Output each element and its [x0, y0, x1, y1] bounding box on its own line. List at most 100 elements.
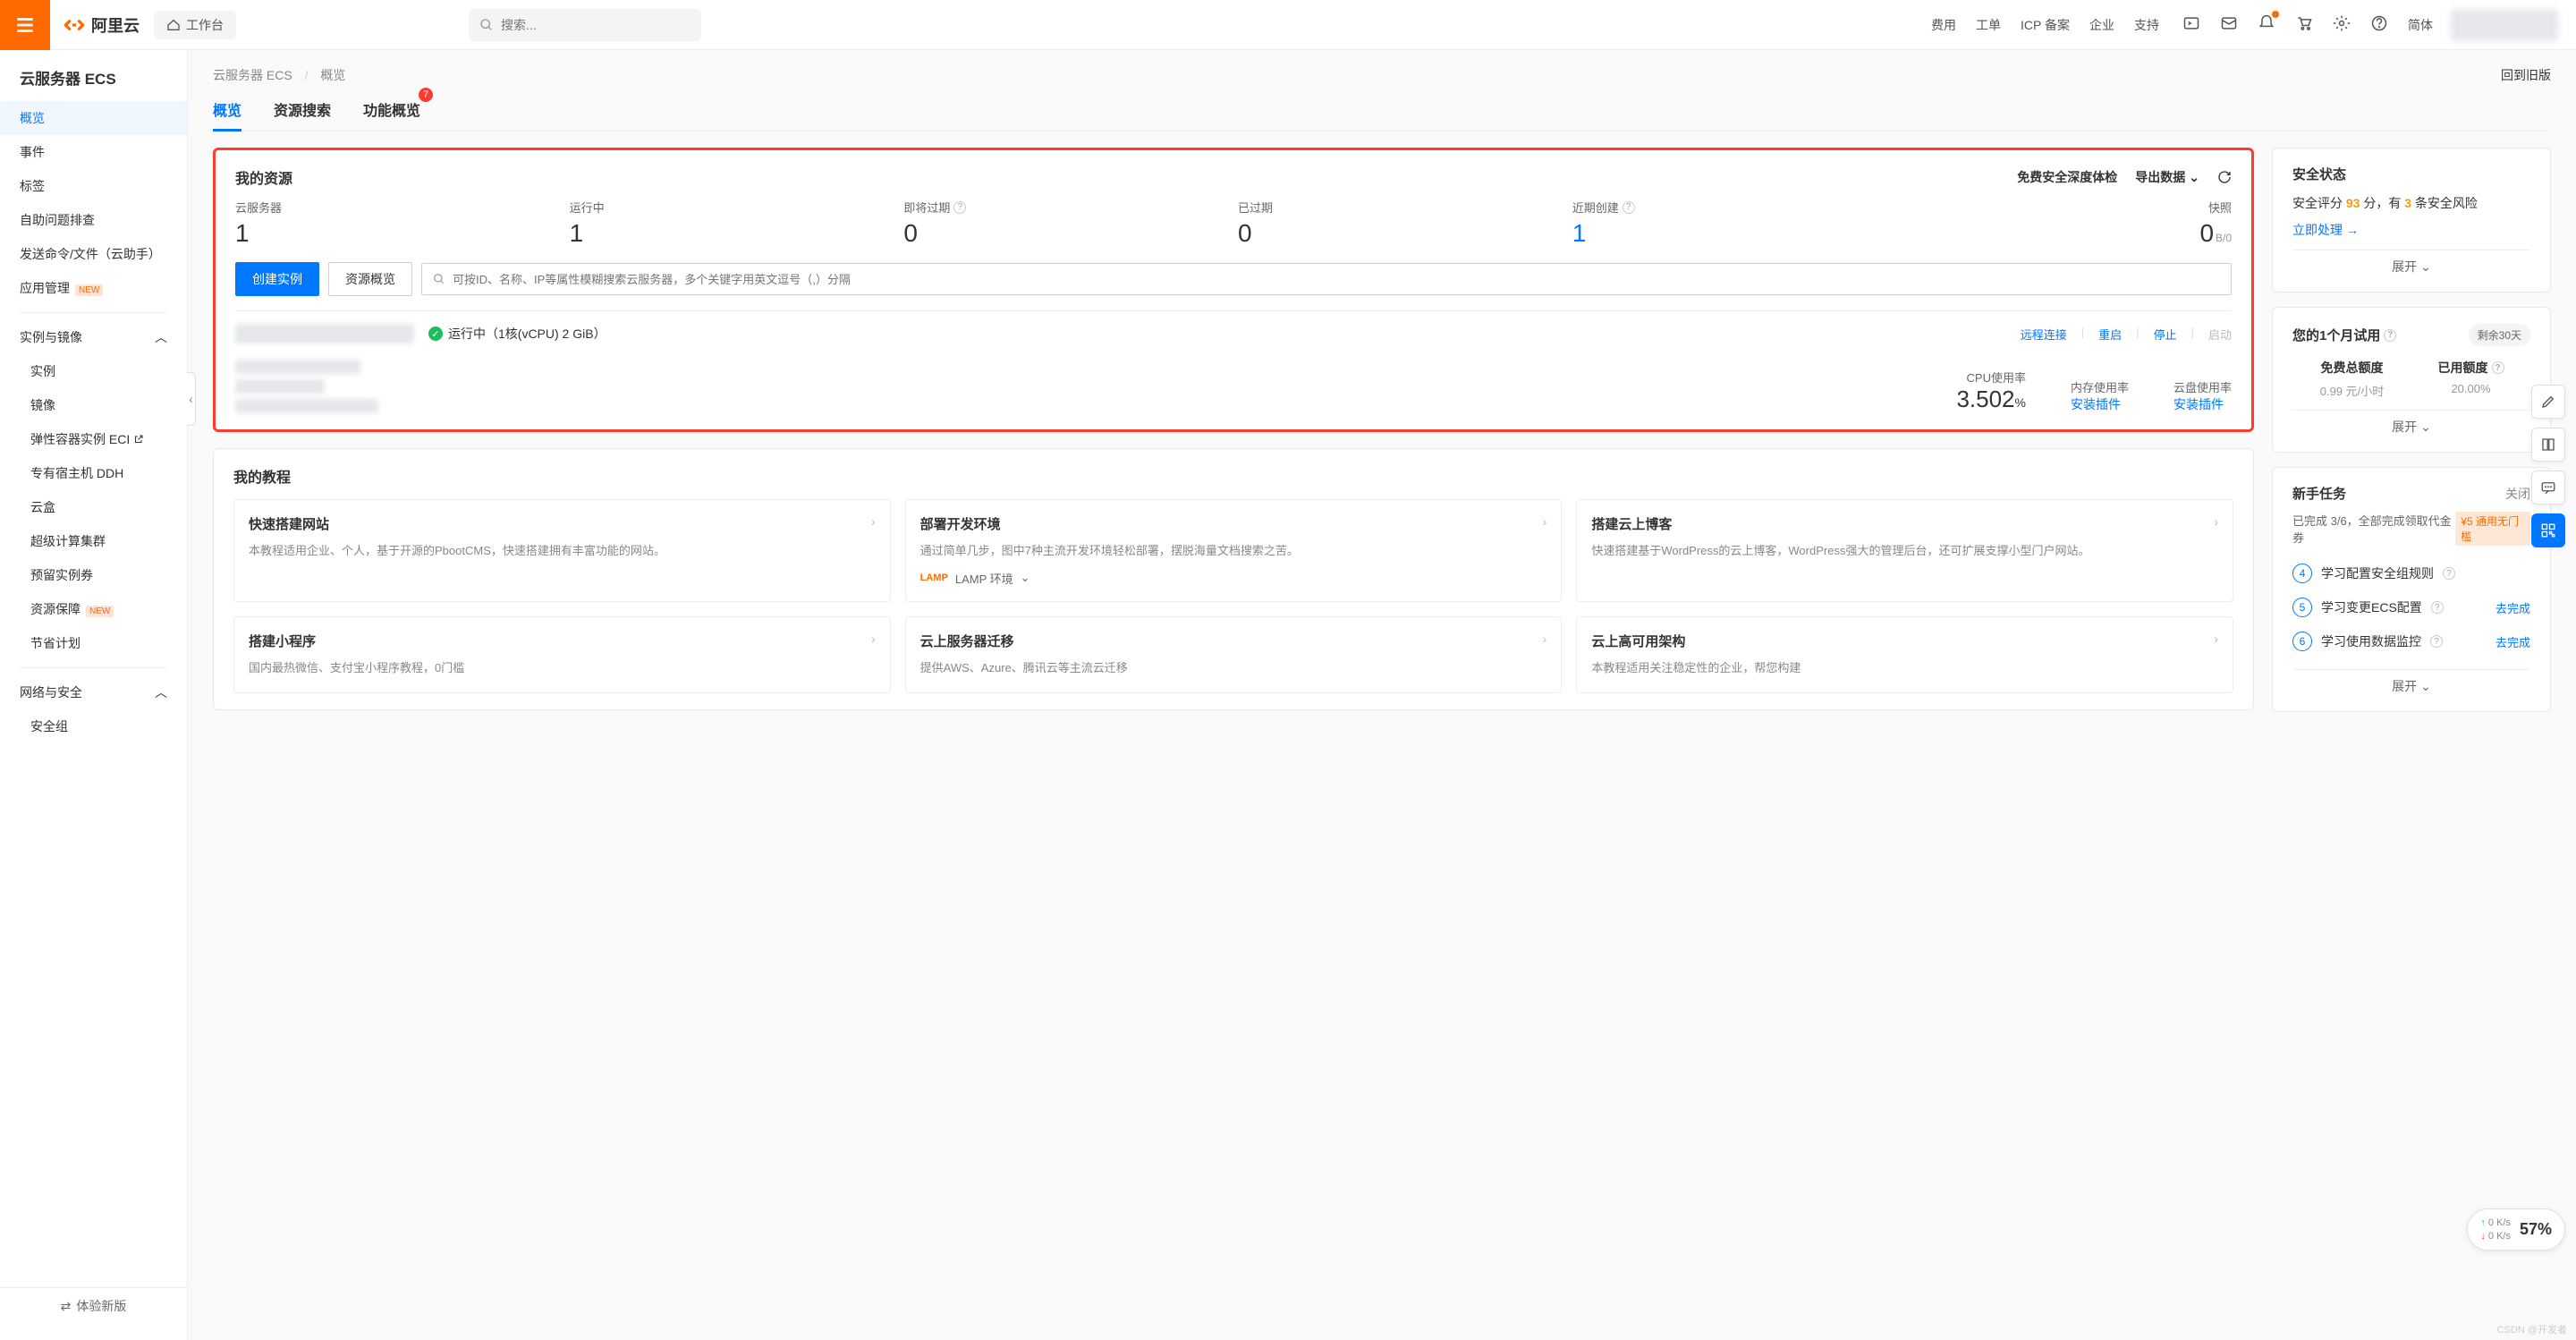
sidebar-resource-guarantee[interactable]: 资源保障NEW [0, 592, 187, 626]
nav-support[interactable]: 支持 [2134, 16, 2159, 34]
qr-icon[interactable] [2531, 513, 2565, 547]
chevron-right-icon: › [1543, 632, 1547, 646]
network-speed-widget[interactable]: ↑ 0 K/s ↓ 0 K/s 57% [2467, 1209, 2565, 1251]
instance-search-input[interactable] [453, 273, 2220, 286]
instance-status: ✓ 运行中（1核(vCPU) 2 GiB） [428, 325, 606, 343]
tutorials-card: 我的教程 快速搭建网站 › 本教程适用企业、个人，基于开源的PbootCMS，快… [213, 448, 2254, 710]
tutorial-migration[interactable]: 云上服务器迁移 › 提供AWS、Azure、腾讯云等主流云迁移 [905, 616, 1563, 693]
used-quota: 已用额度? 20.00% [2411, 359, 2530, 399]
help-icon[interactable]: ? [2443, 567, 2455, 580]
create-instance-button[interactable]: 创建实例 [235, 262, 319, 296]
sidebar-title: 云服务器 ECS [0, 66, 187, 101]
sidebar-app-manage[interactable]: 应用管理NEW [0, 271, 187, 305]
restart-link[interactable]: 重启 [2098, 326, 2122, 343]
trial-card: 您的1个月试用? 剩余30天 免费总额度 0.99 元/小时 已用额度? 20.… [2272, 307, 2551, 453]
sidebar-tags[interactable]: 标签 [0, 169, 187, 203]
sidebar-group-network[interactable]: 网络与安全︿ [0, 675, 187, 709]
crumb-ecs[interactable]: 云服务器 ECS [213, 68, 292, 82]
tutorial-miniprogram[interactable]: 搭建小程序 › 国内最热微信、支付宝小程序教程，0门槛 [233, 616, 891, 693]
sidebar-overview[interactable]: 概览 [0, 101, 187, 135]
main-content: 云服务器 ECS / 概览 回到旧版 概览 资源搜索 功能概览7 我的资源 免费… [188, 50, 2576, 1340]
sidebar-reserved[interactable]: 预留实例券 [0, 558, 187, 592]
sidebar-images[interactable]: 镜像 [0, 388, 187, 422]
help-icon[interactable]: ? [1623, 201, 1635, 214]
task-go-link[interactable]: 去完成 [2496, 599, 2530, 616]
resource-overview-button[interactable]: 资源概览 [328, 262, 412, 296]
message-icon[interactable] [2220, 14, 2238, 35]
cloud-shell-icon[interactable] [2182, 14, 2200, 35]
tasks-expand[interactable]: 展开 ⌄ [2292, 669, 2530, 695]
help-icon[interactable]: ? [2431, 601, 2444, 614]
my-resources-card: 我的资源 免费安全深度体检 导出数据 ⌄ 云服务器1 运行中1 即将过期?0 已… [213, 148, 2254, 432]
language-selector[interactable]: 简体 [2408, 16, 2433, 34]
menu-icon[interactable] [0, 0, 50, 50]
nav-enterprise[interactable]: 企业 [2089, 16, 2114, 34]
user-avatar[interactable] [2451, 9, 2558, 41]
install-plugin-link[interactable]: 安装插件 [2174, 395, 2232, 413]
help-icon[interactable] [2370, 14, 2388, 35]
sidebar-group-instances[interactable]: 实例与镜像︿ [0, 320, 187, 354]
trial-remaining: 剩余30天 [2469, 324, 2530, 346]
free-security-check-link[interactable]: 免费安全深度体检 [2017, 168, 2117, 186]
sidebar-cloudbox[interactable]: 云盒 [0, 490, 187, 524]
tutorial-build-website[interactable]: 快速搭建网站 › 本教程适用企业、个人，基于开源的PbootCMS，快速搭建拥有… [233, 499, 891, 602]
chat-icon[interactable] [2531, 471, 2565, 505]
tutorial-deploy-env[interactable]: 部署开发环境 › 通过简单几步，图中7种主流开发环境轻松部署，摆脱海量文档搜索之… [905, 499, 1563, 602]
handle-now-link[interactable]: 立即处理 → [2292, 221, 2530, 239]
instance-name-redacted [235, 324, 414, 343]
start-link: 启动 [2208, 326, 2232, 343]
old-version-link[interactable]: 回到旧版 [2501, 66, 2551, 84]
cart-icon[interactable] [2295, 14, 2313, 35]
tab-overview[interactable]: 概览 [213, 91, 242, 131]
tab-feature-overview[interactable]: 功能概览7 [363, 91, 420, 131]
sidebar-events[interactable]: 事件 [0, 135, 187, 169]
brand-name: 阿里云 [91, 13, 140, 37]
tasks-close[interactable]: 关闭 [2505, 485, 2530, 503]
sidebar-savings-plan[interactable]: 节省计划 [0, 626, 187, 660]
tutorial-ha[interactable]: 云上高可用架构 › 本教程适用关注稳定性的企业，帮您构建 [1576, 616, 2233, 693]
chevron-up-icon: ︿ [155, 683, 167, 701]
book-icon[interactable] [2531, 428, 2565, 462]
chevron-down-icon: ⌄ [1021, 571, 1030, 585]
global-search[interactable] [469, 9, 701, 41]
bell-icon[interactable] [2258, 14, 2275, 35]
sidebar-eci[interactable]: 弹性容器实例 ECI [0, 422, 187, 456]
trial-expand[interactable]: 展开 ⌄ [2292, 410, 2530, 436]
cpu-usage: CPU使用率 3.502% [1956, 369, 2026, 413]
coupon-badge: ¥5 通用无门槛 [2455, 512, 2530, 546]
help-icon[interactable]: ? [2384, 329, 2396, 342]
remote-connect-link[interactable]: 远程连接 [2021, 326, 2067, 343]
sidebar-supercompute[interactable]: 超级计算集群 [0, 524, 187, 558]
nav-icp[interactable]: ICP 备案 [2021, 16, 2070, 34]
sidebar-troubleshoot[interactable]: 自助问题排查 [0, 203, 187, 237]
status-running-icon: ✓ [428, 327, 443, 341]
tutorial-blog[interactable]: 搭建云上博客 › 快速搭建基于WordPress的云上博客，WordPress强… [1576, 499, 2233, 602]
workspace-button[interactable]: 工作台 [154, 11, 236, 39]
crumb-overview: 概览 [320, 68, 345, 82]
tab-resource-search[interactable]: 资源搜索 [274, 91, 331, 131]
task-go-link[interactable]: 去完成 [2496, 633, 2530, 650]
sidebar-collapse-handle[interactable]: ‹ [187, 372, 196, 426]
global-search-input[interactable] [501, 18, 691, 32]
chevron-right-icon: › [1543, 514, 1547, 529]
sidebar-security-group[interactable]: 安全组 [0, 709, 187, 743]
sidebar-send-command[interactable]: 发送命令/文件（云助手） [0, 237, 187, 271]
sidebar-try-new[interactable]: ⇄ 体验新版 [0, 1287, 187, 1324]
security-expand[interactable]: 展开 ⌄ [2292, 250, 2530, 276]
nav-cost[interactable]: 费用 [1931, 16, 1956, 34]
stat-snapshot: 快照0B/0 [1906, 199, 2232, 248]
help-icon[interactable]: ? [953, 201, 966, 214]
nav-ticket[interactable]: 工单 [1976, 16, 2001, 34]
settings-icon[interactable] [2333, 14, 2351, 35]
refresh-icon[interactable] [2217, 170, 2232, 184]
sidebar-ddh[interactable]: 专有宿主机 DDH [0, 456, 187, 490]
export-data-link[interactable]: 导出数据 ⌄ [2135, 168, 2199, 186]
install-plugin-link[interactable]: 安装插件 [2071, 395, 2129, 413]
sidebar-instances[interactable]: 实例 [0, 354, 187, 388]
instance-search[interactable] [421, 263, 2232, 295]
help-icon[interactable]: ? [2430, 635, 2443, 648]
edit-icon[interactable] [2531, 385, 2565, 419]
stop-link[interactable]: 停止 [2154, 326, 2177, 343]
help-icon[interactable]: ? [2492, 361, 2504, 374]
brand-logo[interactable]: 阿里云 [63, 13, 140, 37]
